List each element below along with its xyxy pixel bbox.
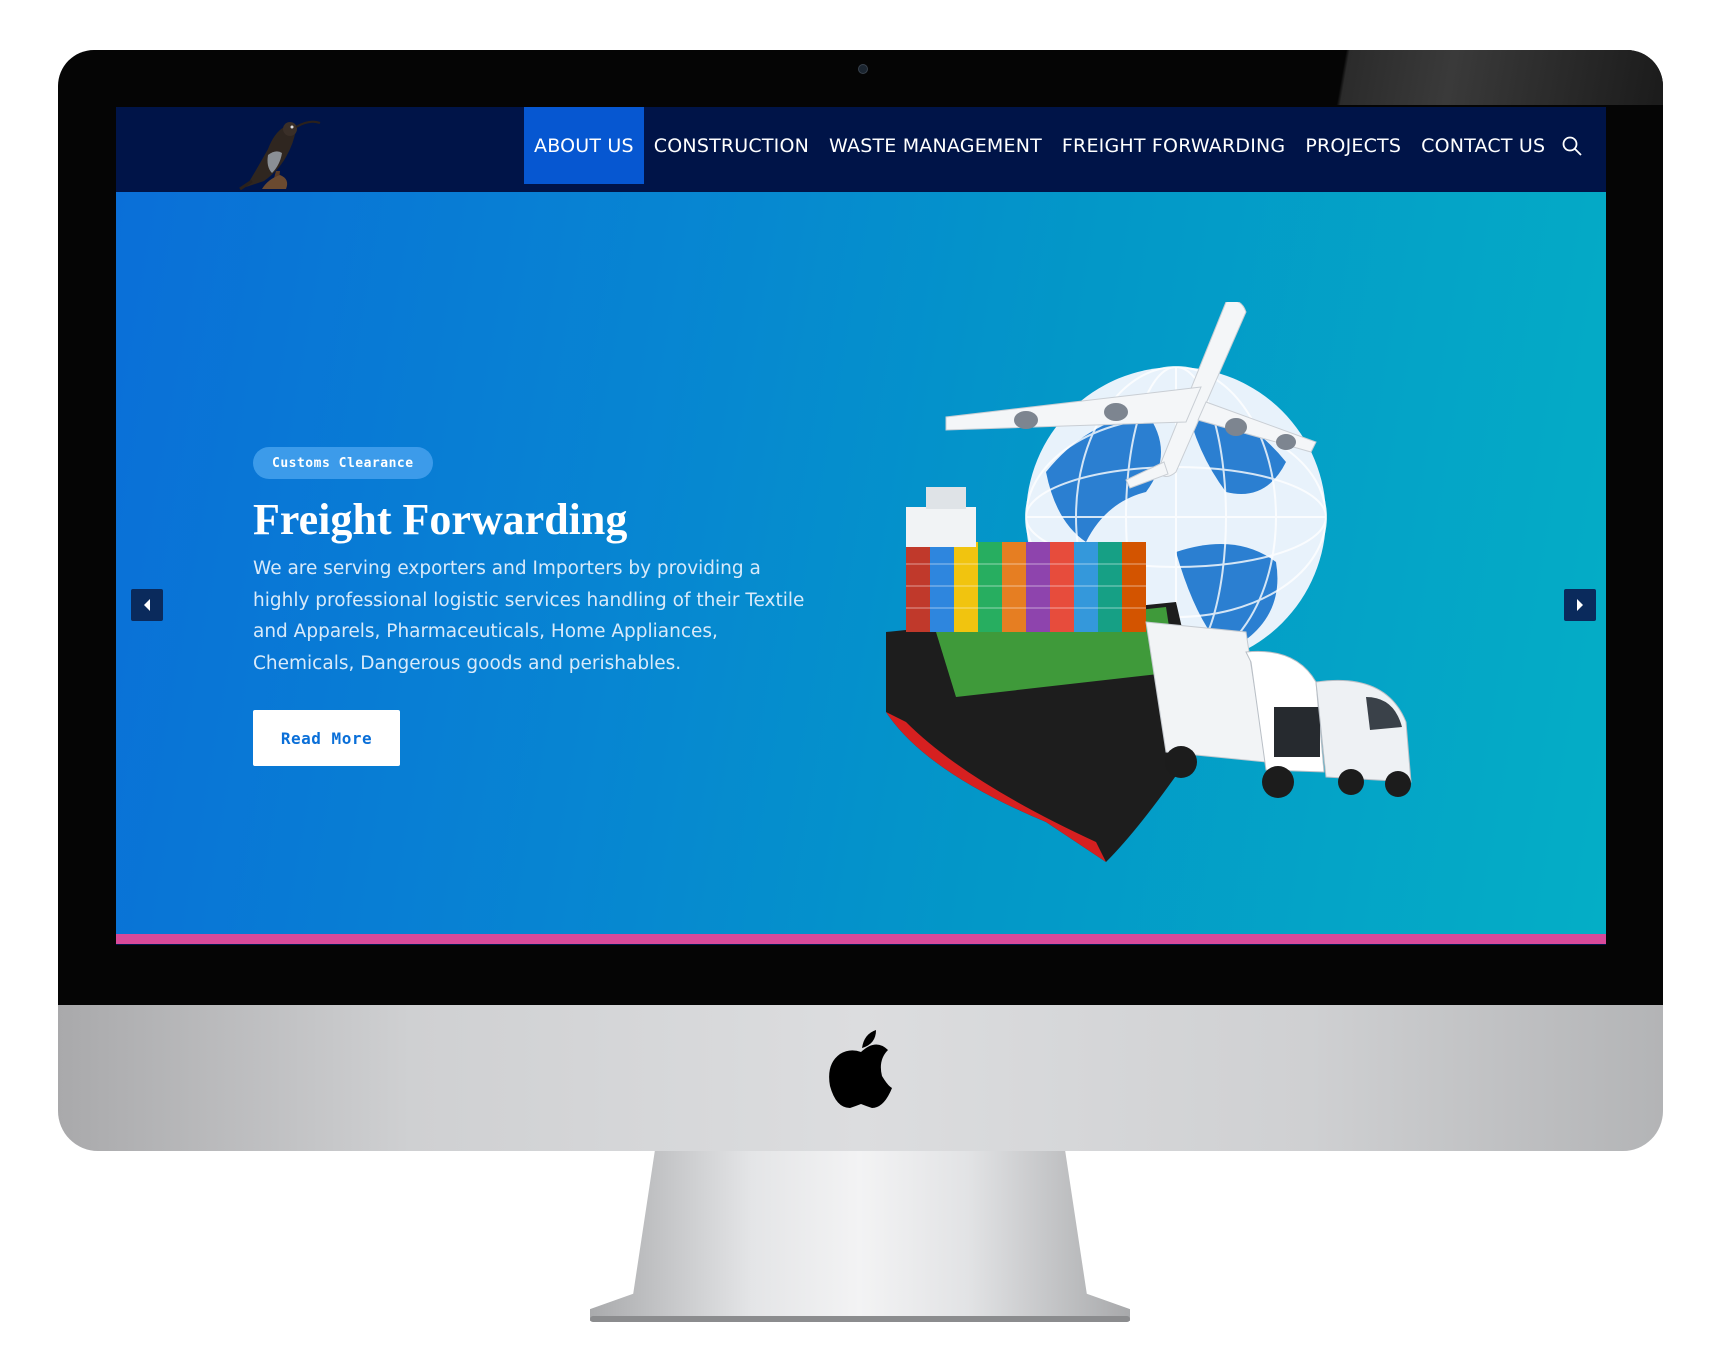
caret-right-icon — [1577, 599, 1583, 611]
hero-description: We are serving exporters and Importers b… — [253, 558, 805, 674]
nav-item-projects[interactable]: PROJECTS — [1295, 107, 1411, 184]
read-more-button[interactable]: Read More — [253, 710, 400, 766]
nav-item-waste-management[interactable]: WASTE MANAGEMENT — [819, 107, 1052, 184]
bird-logo[interactable] — [216, 109, 326, 191]
nav-item-contact-us[interactable]: CONTACT US — [1411, 107, 1555, 184]
logistics-illustration — [886, 302, 1412, 862]
nav-item-construction[interactable]: CONSTRUCTION — [644, 107, 819, 184]
bezel-glare — [1310, 50, 1663, 105]
apple-icon — [829, 1030, 892, 1108]
accent-bar — [116, 934, 1606, 944]
imac-mockup: ABOUT US CONSTRUCTION WASTE MANAGEMENT F… — [0, 0, 1713, 1366]
website-screen: ABOUT US CONSTRUCTION WASTE MANAGEMENT F… — [116, 107, 1606, 945]
navbar: ABOUT US CONSTRUCTION WASTE MANAGEMENT F… — [116, 107, 1606, 192]
hero-slider: Customs Clearance Freight Forwarding We … — [116, 192, 1606, 934]
stand-base — [590, 1316, 1130, 1322]
slider-next-button[interactable] — [1564, 589, 1596, 621]
hero-tag: Customs Clearance — [253, 447, 433, 479]
monitor-stand — [590, 1151, 1130, 1321]
camera-icon — [858, 64, 868, 74]
search-button[interactable] — [1555, 107, 1589, 184]
main-nav: ABOUT US CONSTRUCTION WASTE MANAGEMENT F… — [524, 107, 1589, 184]
hero-title: Freight Forwarding — [253, 495, 628, 544]
caret-left-icon — [144, 599, 150, 611]
nav-item-freight-forwarding[interactable]: FREIGHT FORWARDING — [1052, 107, 1295, 184]
search-icon — [1562, 136, 1582, 156]
slider-prev-button[interactable] — [131, 589, 163, 621]
nav-item-about-us[interactable]: ABOUT US — [524, 107, 644, 184]
